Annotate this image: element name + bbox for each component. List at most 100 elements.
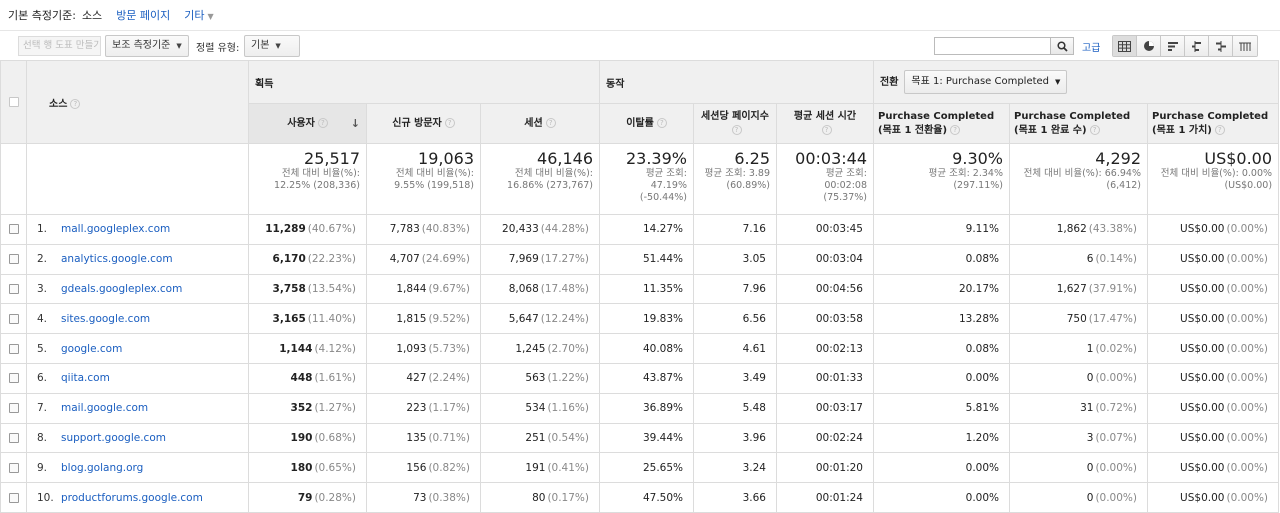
avg-session-duration-column-header[interactable]: 평균 세션 시간? <box>776 103 874 144</box>
row-checkbox[interactable] <box>8 432 19 443</box>
goal-value-pct: (0.00%) <box>1226 253 1269 266</box>
row-checkbox[interactable] <box>8 254 19 265</box>
row-checkbox[interactable] <box>8 403 19 414</box>
avg-duration-cell: 00:03:04 <box>776 243 874 275</box>
row-checkbox[interactable] <box>8 462 19 473</box>
goal-value: US$0.00 <box>1180 253 1225 266</box>
new-users-column-header[interactable]: 신규 방문자? <box>366 103 481 144</box>
comparison-view-button[interactable] <box>1185 36 1209 56</box>
completions-value: 0 <box>1086 491 1094 504</box>
source-link[interactable]: mall.googleplex.com <box>61 223 170 235</box>
source-link[interactable]: google.com <box>61 343 122 355</box>
help-icon[interactable]: ? <box>1089 124 1100 135</box>
completions-pct: (0.00%) <box>1095 491 1137 504</box>
select-all-checkbox[interactable] <box>8 97 19 107</box>
goal-select-dropdown[interactable]: 목표 1: Purchase Completed ▼ <box>904 70 1068 94</box>
new-users-value: 156 <box>406 461 427 474</box>
pages-per-session-cell: 3.66 <box>693 482 777 513</box>
goal-value: US$0.00 <box>1180 491 1225 504</box>
sessions-column-header[interactable]: 세션? <box>480 103 600 144</box>
help-icon[interactable]: ? <box>1214 124 1225 135</box>
help-icon[interactable]: ? <box>731 124 742 135</box>
help-icon[interactable]: ? <box>821 124 832 135</box>
users-column-header[interactable]: 사용자? ↓ <box>248 103 367 144</box>
pivot-view-button[interactable] <box>1233 36 1257 56</box>
acquisition-group-header: 획득 <box>248 60 600 104</box>
column-label: 신규 방문자 <box>392 117 442 129</box>
total-sub: 전체 대비 비율(%): 0.00% <box>1160 168 1273 179</box>
sessions-pct: (2.70%) <box>547 342 589 355</box>
goal-conversion-rate-column-header[interactable]: Purchase Completed (목표 1 전환율)? <box>873 103 1010 144</box>
goal-value-column-header[interactable]: Purchase Completed (목표 1 가치)? <box>1146 103 1280 144</box>
create-row-chart-button[interactable]: 선택 행 도표 만들기 <box>18 36 101 56</box>
help-icon[interactable]: ? <box>317 117 328 128</box>
total-sub: 전체 대비 비율(%): <box>281 168 360 179</box>
new-users-pct: (0.71%) <box>428 431 470 444</box>
row-checkbox[interactable] <box>8 283 19 294</box>
source-link[interactable]: sites.google.com <box>61 313 150 325</box>
total-sub: 9.55% (199,518) <box>394 180 474 191</box>
goal-value-cell: US$0.00 (0.00%) <box>1146 392 1280 424</box>
row-select-cell <box>0 452 27 484</box>
help-icon[interactable]: ? <box>656 117 667 128</box>
pages-per-session-cell: 5.48 <box>693 392 777 424</box>
advanced-filter-link[interactable]: 고급 <box>1082 39 1100 54</box>
source-link[interactable]: qiita.com <box>61 372 110 384</box>
term-cloud-view-button[interactable] <box>1209 36 1233 56</box>
total-sub: (60.89%) <box>726 180 770 191</box>
data-rows: 1. mall.googleplex.com 11,289 (40.67%) 7,7… <box>0 214 1280 513</box>
row-select-cell <box>0 362 27 394</box>
landing-page-link[interactable]: 방문 페이지 <box>116 7 170 23</box>
completions-cell: 3 (0.07%) <box>1009 422 1148 454</box>
table-row: 9. blog.golang.org 180 (0.65%) 156 (0.82%) … <box>0 452 1280 484</box>
source-header-label: 소스 <box>49 98 68 110</box>
table-row: 3. gdeals.googleplex.com 3,758 (13.54%) 1,… <box>0 273 1280 305</box>
table-search-input[interactable] <box>934 37 1050 55</box>
sessions-pct: (0.54%) <box>547 431 589 444</box>
sort-type-dropdown[interactable]: 기본 ▼ <box>244 35 300 57</box>
sessions-cell: 1,245 (2.70%) <box>480 333 600 364</box>
users-cell: 190 (0.68%) <box>248 422 367 454</box>
source-link[interactable]: analytics.google.com <box>61 253 173 265</box>
source-column-header[interactable]: 소스? <box>26 60 249 144</box>
source-link[interactable]: blog.golang.org <box>61 462 143 474</box>
other-dimension-dropdown[interactable]: 기타 ▼ <box>184 7 213 23</box>
sessions-pct: (44.28%) <box>540 223 589 236</box>
pages-per-session-column-header[interactable]: 세션당 페이지수? <box>693 103 777 144</box>
pie-view-button[interactable] <box>1137 36 1161 56</box>
completions-pct: (37.91%) <box>1088 282 1137 295</box>
help-icon[interactable]: ? <box>444 117 455 128</box>
completions-pct: (0.00%) <box>1095 372 1137 385</box>
total-bounce-rate-cell: 23.39% 평균 조회: 47.19% (-50.44%) <box>599 143 694 215</box>
new-users-cell: 1,093 (5.73%) <box>366 333 481 364</box>
help-icon[interactable]: ? <box>950 124 961 135</box>
secondary-dimension-dropdown[interactable]: 보조 측정기준 ▼ <box>105 35 189 57</box>
goal-completions-column-header[interactable]: Purchase Completed (목표 1 완료 수)? <box>1009 103 1148 144</box>
search-button[interactable] <box>1050 37 1074 55</box>
row-checkbox[interactable] <box>8 373 19 384</box>
table-row: 2. analytics.google.com 6,170 (22.23%) 4,7… <box>0 243 1280 275</box>
conversion-rate-cell: 0.00% <box>873 362 1010 394</box>
sort-descending-icon: ↓ <box>350 117 360 130</box>
search-icon <box>1056 40 1068 52</box>
bounce-rate-column-header[interactable]: 이탈률? <box>599 103 694 144</box>
table-view-button[interactable] <box>1113 36 1137 56</box>
goal-value: US$0.00 <box>1180 312 1225 325</box>
row-checkbox[interactable] <box>8 224 19 235</box>
source-cell: 3. gdeals.googleplex.com <box>26 273 249 305</box>
users-pct: (22.23%) <box>307 253 356 266</box>
help-icon[interactable]: ? <box>70 98 81 109</box>
source-link[interactable]: mail.google.com <box>61 402 148 414</box>
avg-duration-cell: 00:02:13 <box>776 333 874 364</box>
row-checkbox[interactable] <box>8 343 19 354</box>
primary-dimension-current: 소스 <box>81 9 103 22</box>
source-link[interactable]: gdeals.googleplex.com <box>61 283 182 295</box>
source-link[interactable]: productforums.google.com <box>61 492 203 504</box>
source-link[interactable]: support.google.com <box>61 432 166 444</box>
row-checkbox[interactable] <box>8 313 19 324</box>
bounce-rate-cell: 51.44% <box>599 243 694 275</box>
help-icon[interactable]: ? <box>545 117 556 128</box>
goal-value-cell: US$0.00 (0.00%) <box>1146 273 1280 305</box>
row-checkbox[interactable] <box>8 492 19 503</box>
performance-view-button[interactable] <box>1161 36 1185 56</box>
